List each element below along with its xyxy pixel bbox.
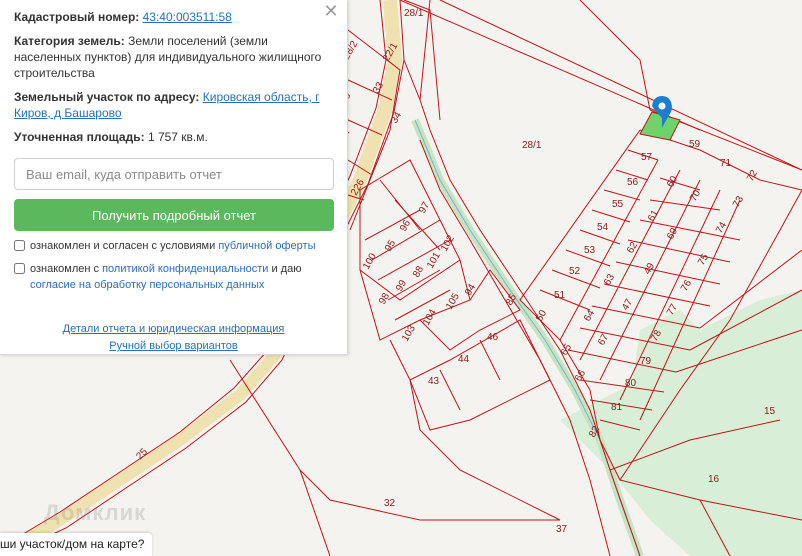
plot-number-label: 56 (627, 177, 639, 188)
plot-number-label: 53 (584, 245, 596, 256)
report-details-link[interactable]: Детали отчета и юридическая информация (63, 323, 285, 335)
plot-number-label: 51 (554, 290, 566, 301)
plot-number-label: 44 (458, 354, 470, 365)
privacy-agreement-checkbox[interactable] (14, 263, 25, 274)
manual-selection-link[interactable]: Ручной выбор вариантов (109, 340, 237, 352)
plot-number-label: 59 (689, 139, 701, 150)
privacy-agreement-text: ознакомлен с политикой конфиденциальност… (30, 261, 333, 293)
privacy-agreement-row: ознакомлен с политикой конфиденциальност… (14, 261, 333, 293)
offer-agreement-text: ознакомлен и согласен с условиями публич… (30, 238, 316, 254)
plot-number-label: 57 (641, 152, 653, 163)
plot-number-label: 55 (612, 199, 624, 210)
find-plot-question[interactable]: ши участок/дом на карте? (0, 533, 153, 556)
plot-number-label: 43 (428, 376, 440, 387)
plot-number-label: 52 (569, 266, 581, 277)
plot-number-label: 32 (384, 498, 396, 509)
plot-number-label: 28/1 (522, 140, 542, 151)
address-label: Земельный участок по адресу: (14, 90, 200, 104)
domklik-watermark: Домклик (44, 500, 147, 525)
personal-data-consent-link[interactable]: согласие на обработку персональных данны… (30, 279, 264, 291)
privacy-policy-link[interactable]: политикой конфиденциальности (102, 263, 268, 275)
plot-number-label: 79 (640, 356, 652, 367)
get-report-button[interactable]: Получить подробный отчет (14, 199, 334, 231)
plot-info-panel: ✕ Кадастровый номер: 43:40:003511:58 Кат… (0, 0, 348, 355)
email-input[interactable] (14, 158, 334, 190)
area-label: Уточненная площадь: (14, 130, 145, 144)
plot-number-label: 28/1 (404, 8, 424, 19)
footer-links: Детали отчета и юридическая информация Р… (14, 321, 333, 354)
public-offer-link[interactable]: публичной оферты (218, 240, 315, 252)
plot-number-label: 81 (611, 402, 623, 413)
plot-number-label: 54 (597, 222, 609, 233)
close-icon[interactable]: ✕ (323, 2, 339, 20)
plot-number-label: 15 (764, 406, 776, 417)
privacy-agreement-middle: и даю (268, 263, 302, 275)
plot-number-label: 71 (720, 158, 732, 169)
category-label: Категория земель: (14, 34, 125, 48)
offer-agreement-checkbox[interactable] (14, 240, 25, 251)
offer-agreement-row: ознакомлен и согласен с условиями публич… (14, 238, 333, 254)
area-row: Уточненная площадь: 1 757 кв.м. (14, 129, 324, 145)
cadastral-row: Кадастровый номер: 43:40:003511:58 (14, 9, 324, 25)
area-value: 1 757 кв.м. (147, 130, 208, 144)
cadastral-label: Кадастровый номер: (14, 10, 140, 24)
privacy-agreement-prefix: ознакомлен с (30, 263, 103, 275)
address-row: Земельный участок по адресу: Кировская о… (14, 89, 324, 121)
plot-number-label: 16 (708, 474, 720, 485)
offer-agreement-prefix: ознакомлен и согласен с условиями (30, 240, 219, 252)
category-row: Категория земель: Земли поселений (земли… (14, 33, 324, 81)
cadastral-number-link[interactable]: 43:40:003511:58 (143, 10, 232, 24)
plot-number-label: 80 (625, 378, 637, 389)
plot-number-label: 37 (556, 524, 568, 535)
plot-number-label: 46 (487, 332, 499, 343)
